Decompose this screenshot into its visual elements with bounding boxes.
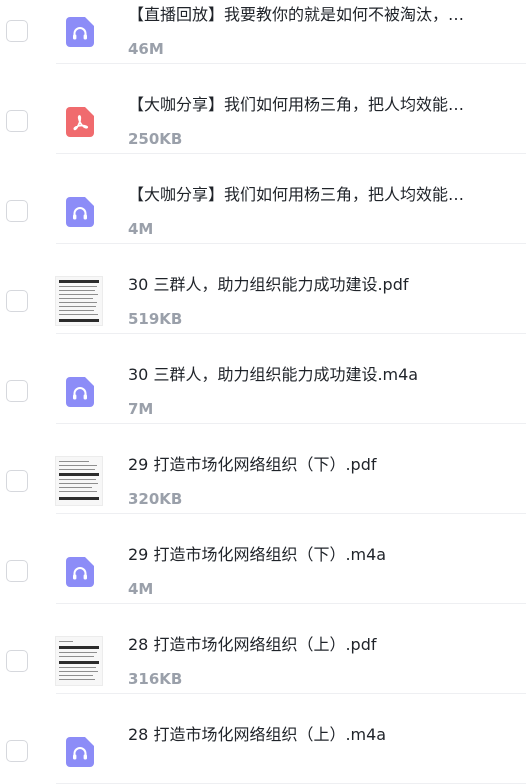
file-name[interactable]: 28 打造市场化网络组织（上）.m4a bbox=[128, 724, 473, 746]
file-row[interactable]: 29 打造市场化网络组织（下）.pdf 320KB bbox=[0, 424, 526, 514]
file-row[interactable]: 【直播回放】我要教你的就是如何不被淘汰，以及如何不被淘汰 46M bbox=[0, 0, 526, 64]
file-name[interactable]: 29 打造市场化网络组织（下）.m4a bbox=[128, 544, 473, 566]
file-row[interactable]: 28 打造市场化网络组织（上）.m4a bbox=[0, 694, 526, 784]
select-checkbox[interactable] bbox=[6, 380, 28, 402]
audio-file-icon bbox=[66, 17, 94, 47]
select-checkbox[interactable] bbox=[6, 560, 28, 582]
file-row[interactable]: 30 三群人，助力组织能力成功建设.m4a 7M bbox=[0, 334, 526, 424]
select-checkbox[interactable] bbox=[6, 110, 28, 132]
file-row[interactable]: 30 三群人，助力组织能力成功建设.pdf 519KB bbox=[0, 244, 526, 334]
select-checkbox[interactable] bbox=[6, 200, 28, 222]
audio-file-icon bbox=[66, 557, 94, 587]
file-row[interactable]: 28 打造市场化网络组织（上）.pdf 316KB bbox=[0, 604, 526, 694]
file-name[interactable]: 30 三群人，助力组织能力成功建设.m4a bbox=[128, 364, 473, 386]
file-size: 4M bbox=[128, 580, 154, 598]
file-row[interactable]: 29 打造市场化网络组织（下）.m4a 4M bbox=[0, 514, 526, 604]
file-size: 519KB bbox=[128, 310, 183, 328]
select-checkbox[interactable] bbox=[6, 740, 28, 762]
file-size: 4M bbox=[128, 220, 154, 238]
select-checkbox[interactable] bbox=[6, 470, 28, 492]
pdf-thumbnail bbox=[55, 456, 103, 506]
file-name[interactable]: 【大咖分享】我们如何用杨三角，把人均效能提升 bbox=[128, 94, 473, 116]
select-checkbox[interactable] bbox=[6, 290, 28, 312]
pdf-file-icon bbox=[66, 107, 94, 137]
pdf-thumbnail bbox=[55, 276, 103, 326]
pdf-thumbnail bbox=[55, 636, 103, 686]
file-size: 250KB bbox=[128, 130, 183, 148]
file-name[interactable]: 30 三群人，助力组织能力成功建设.pdf bbox=[128, 274, 473, 296]
select-checkbox[interactable] bbox=[6, 20, 28, 42]
select-checkbox[interactable] bbox=[6, 650, 28, 672]
file-row[interactable]: 【大咖分享】我们如何用杨三角，把人均效能提升 4M bbox=[0, 154, 526, 244]
audio-file-icon bbox=[66, 197, 94, 227]
audio-file-icon bbox=[66, 377, 94, 407]
file-row[interactable]: 【大咖分享】我们如何用杨三角，把人均效能提升 250KB bbox=[0, 64, 526, 154]
file-name[interactable]: 【大咖分享】我们如何用杨三角，把人均效能提升 bbox=[128, 184, 473, 206]
file-size: 46M bbox=[128, 40, 164, 58]
file-name[interactable]: 【直播回放】我要教你的就是如何不被淘汰，以及如何不被淘汰 bbox=[128, 4, 473, 26]
file-size: 320KB bbox=[128, 490, 183, 508]
audio-file-icon bbox=[66, 737, 94, 767]
file-list: 【直播回放】我要教你的就是如何不被淘汰，以及如何不被淘汰 46M 【大咖分享】我… bbox=[0, 0, 526, 784]
file-size: 7M bbox=[128, 400, 154, 418]
file-name[interactable]: 29 打造市场化网络组织（下）.pdf bbox=[128, 454, 473, 476]
file-size: 316KB bbox=[128, 670, 183, 688]
file-name[interactable]: 28 打造市场化网络组织（上）.pdf bbox=[128, 634, 473, 656]
